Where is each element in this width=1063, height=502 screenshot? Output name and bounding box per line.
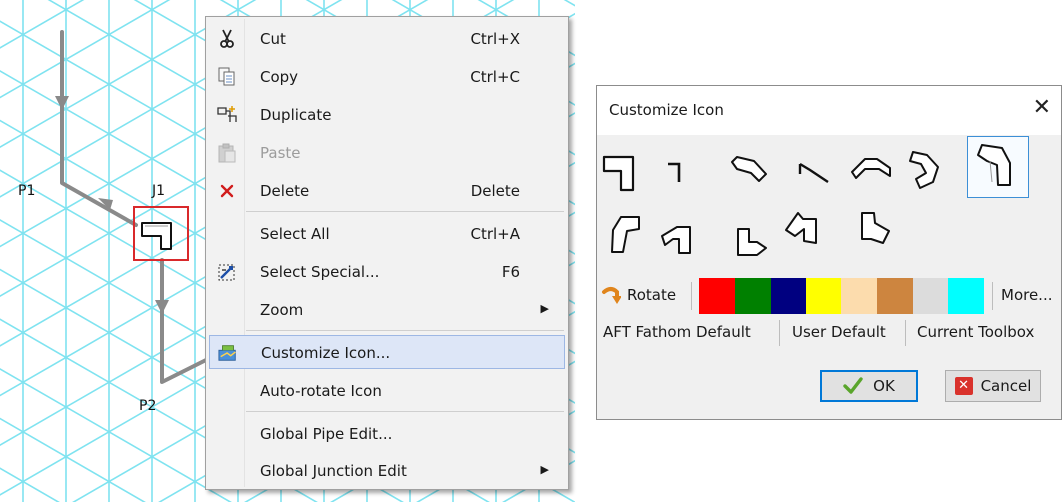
color-swatch-peach[interactable] bbox=[841, 278, 877, 314]
menu-item-shortcut: Ctrl+X bbox=[470, 30, 520, 48]
cancel-label: Cancel bbox=[980, 377, 1032, 395]
ok-button[interactable]: OK bbox=[820, 370, 918, 402]
menu-item-duplicate[interactable]: Duplicate bbox=[209, 98, 565, 132]
elbow-corner-icon-option[interactable] bbox=[859, 209, 893, 247]
cancel-icon: ✕ bbox=[954, 377, 973, 395]
elbow-right-icon-option[interactable] bbox=[905, 149, 941, 191]
menu-item-global-junction-edit[interactable]: Global Junction Edit ▶ bbox=[209, 454, 565, 488]
elbow-wide-icon-option[interactable] bbox=[849, 154, 893, 184]
context-menu: Cut Ctrl+X Copy Ctrl+C Duplicate Paste D… bbox=[205, 16, 569, 490]
menu-item-label: Global Junction Edit bbox=[260, 462, 407, 480]
toolbar-separator bbox=[779, 320, 780, 346]
menu-item-global-pipe-edit[interactable]: Global Pipe Edit... bbox=[209, 417, 565, 451]
color-toolbar: Rotate More... bbox=[597, 278, 1061, 314]
color-swatch-red[interactable] bbox=[699, 278, 735, 314]
elbow-angled-small-icon-option[interactable] bbox=[797, 160, 831, 184]
menu-separator bbox=[246, 411, 564, 412]
aft-fathom-default-button[interactable]: AFT Fathom Default bbox=[603, 323, 751, 341]
color-swatch-green[interactable] bbox=[735, 278, 771, 314]
elbow-selected-icon-option[interactable] bbox=[967, 136, 1029, 198]
menu-item-label: Zoom bbox=[260, 301, 304, 319]
color-swatch-cyan[interactable] bbox=[948, 278, 984, 314]
toolbar-separator bbox=[691, 282, 692, 310]
menu-item-label: Select Special... bbox=[260, 263, 380, 281]
customize-icon bbox=[218, 343, 238, 363]
elbow-left-icon-option[interactable] bbox=[659, 224, 693, 256]
customize-icon-dialog: Customize Icon ✕ Rotate More... AFT Fath… bbox=[596, 85, 1062, 420]
elbow-small-icon-option[interactable] bbox=[665, 160, 687, 186]
current-toolbox-button[interactable]: Current Toolbox bbox=[917, 323, 1034, 341]
menu-item-shortcut: F6 bbox=[501, 263, 520, 281]
menu-item-copy[interactable]: Copy Ctrl+C bbox=[209, 60, 565, 94]
toolbar-separator bbox=[905, 320, 906, 346]
rotate-label: Rotate bbox=[627, 286, 677, 304]
menu-item-label: Copy bbox=[260, 68, 299, 86]
menu-separator bbox=[246, 330, 564, 331]
menu-item-label: Paste bbox=[260, 144, 301, 162]
menu-item-label: Cut bbox=[260, 30, 286, 48]
menu-separator bbox=[246, 211, 564, 212]
ok-label: OK bbox=[873, 377, 895, 395]
scissors-icon bbox=[217, 29, 237, 49]
user-default-button[interactable]: User Default bbox=[792, 323, 886, 341]
toolbar-separator bbox=[992, 282, 993, 310]
menu-item-label: Delete bbox=[260, 182, 310, 200]
duplicate-icon bbox=[217, 105, 237, 125]
close-icon[interactable]: ✕ bbox=[1033, 95, 1051, 120]
menu-item-shortcut: Delete bbox=[470, 182, 520, 200]
color-swatch-yellow[interactable] bbox=[806, 278, 841, 314]
delete-icon bbox=[217, 181, 237, 201]
dialog-title: Customize Icon bbox=[609, 101, 724, 119]
menu-item-label: Select All bbox=[260, 225, 330, 243]
color-swatch-navy[interactable] bbox=[771, 278, 806, 314]
color-swatch-brown[interactable] bbox=[877, 278, 913, 314]
menu-item-cut[interactable]: Cut Ctrl+X bbox=[209, 22, 565, 56]
menu-item-zoom[interactable]: Zoom ▶ bbox=[209, 293, 565, 327]
elbow-icon-option[interactable] bbox=[601, 154, 637, 194]
elbow-angled-icon-option[interactable] bbox=[729, 154, 769, 184]
menu-item-shortcut: Ctrl+A bbox=[470, 225, 520, 243]
paste-icon bbox=[217, 143, 237, 163]
pipe-label-p1: P1 bbox=[18, 183, 36, 199]
rotate-button[interactable]: Rotate bbox=[597, 278, 693, 314]
menu-item-auto-rotate-icon[interactable]: Auto-rotate Icon bbox=[209, 374, 565, 408]
menu-item-select-special[interactable]: Select Special... F6 bbox=[209, 255, 565, 289]
cancel-button[interactable]: ✕ Cancel bbox=[945, 370, 1041, 402]
elbow-up-icon-option[interactable] bbox=[609, 214, 643, 256]
junction-label-j1: J1 bbox=[152, 183, 166, 199]
select-special-icon bbox=[217, 262, 237, 282]
menu-item-label: Duplicate bbox=[260, 106, 332, 124]
menu-item-delete[interactable]: Delete Delete bbox=[209, 174, 565, 208]
elbow-top-left-icon-option[interactable] bbox=[783, 210, 819, 246]
dialog-title-bar: Customize Icon ✕ bbox=[597, 86, 1061, 135]
menu-item-label: Customize Icon... bbox=[261, 344, 391, 362]
checkmark-icon bbox=[843, 377, 863, 394]
menu-item-label: Global Pipe Edit... bbox=[260, 425, 393, 443]
more-colors-button[interactable]: More... bbox=[1001, 286, 1053, 304]
submenu-arrow-icon: ▶ bbox=[540, 463, 549, 476]
rotate-icon bbox=[602, 287, 621, 304]
pipe-label-p2: P2 bbox=[139, 398, 157, 414]
menu-item-customize-icon[interactable]: Customize Icon... bbox=[209, 335, 565, 369]
submenu-arrow-icon: ▶ bbox=[540, 302, 549, 315]
elbow-down-right-icon-option[interactable] bbox=[735, 226, 769, 258]
menu-item-label: Auto-rotate Icon bbox=[260, 382, 382, 400]
menu-item-paste[interactable]: Paste bbox=[209, 136, 565, 170]
color-swatch-gray[interactable] bbox=[913, 278, 948, 314]
copy-icon bbox=[217, 67, 237, 87]
menu-item-select-all[interactable]: Select All Ctrl+A bbox=[209, 217, 565, 251]
menu-item-shortcut: Ctrl+C bbox=[470, 68, 520, 86]
